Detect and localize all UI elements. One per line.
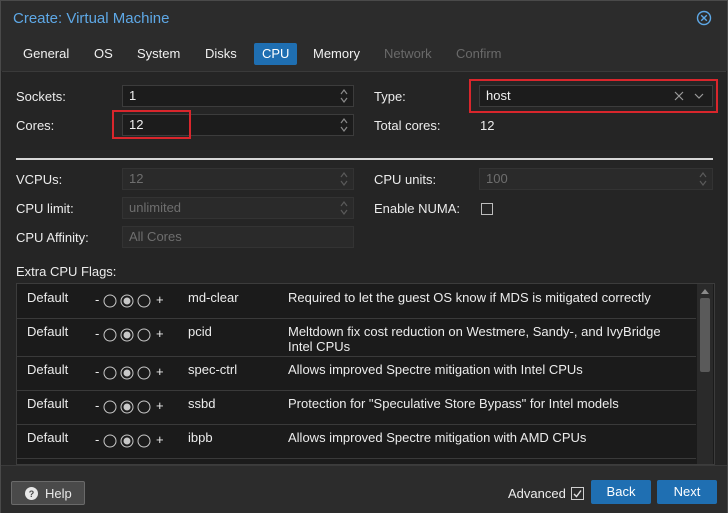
- vcpus-value: 12: [129, 171, 144, 186]
- tab-confirm: Confirm: [456, 46, 502, 61]
- flag-description: Meltdown fix cost reduction on Westmere,…: [288, 324, 661, 339]
- radio-group-icon[interactable]: [103, 294, 155, 308]
- plus-label: +: [156, 326, 164, 341]
- close-icon[interactable]: [696, 10, 712, 26]
- tab-general[interactable]: General: [15, 43, 77, 65]
- flag-row: Default - + md-clear Required to let the…: [17, 284, 696, 319]
- help-icon: ?: [25, 487, 38, 500]
- cpu-flags-grid: Default - + md-clear Required to let the…: [16, 283, 715, 465]
- tab-system[interactable]: System: [129, 43, 188, 65]
- cpu-panel: Sockets: 1 Cores: 12 Type: host Total co…: [2, 71, 726, 465]
- flag-state: Default: [27, 362, 69, 377]
- dialog-window: Create: Virtual Machine General OS Syste…: [0, 0, 728, 513]
- minus-label: -: [95, 398, 100, 413]
- minus-label: -: [95, 326, 100, 341]
- cpu-affinity-placeholder: All Cores: [129, 229, 182, 244]
- vcpus-field: 12: [122, 168, 354, 190]
- spinner-icon[interactable]: [339, 87, 349, 105]
- spinner-icon: [340, 172, 348, 186]
- spinner-icon: [340, 201, 348, 215]
- flag-row: Default - + ibpb Allows improved Spectre…: [17, 424, 696, 459]
- minus-label: -: [95, 292, 100, 307]
- cores-label: Cores:: [16, 118, 55, 133]
- next-button[interactable]: Next: [657, 480, 717, 504]
- type-highlight: [469, 79, 718, 113]
- spinner-icon[interactable]: [339, 116, 349, 134]
- tab-memory[interactable]: Memory: [305, 43, 368, 65]
- radio-group-icon[interactable]: [103, 366, 155, 380]
- flag-state: Default: [27, 430, 69, 445]
- dialog-title: Create: Virtual Machine: [13, 10, 170, 27]
- flag-state: Default: [27, 396, 69, 411]
- flag-description: Required to let the guest OS know if MDS…: [288, 290, 651, 305]
- divider: [16, 158, 713, 160]
- flag-name: ibpb: [188, 430, 213, 445]
- flag-description-line2: Intel CPUs: [288, 339, 351, 354]
- svg-text:?: ?: [29, 489, 35, 499]
- sockets-label: Sockets:: [16, 89, 66, 104]
- dialog-footer: ? Help Advanced Back Next: [1, 465, 727, 513]
- cpu-limit-value: unlimited: [129, 200, 182, 215]
- cpu-limit-field: unlimited: [122, 197, 354, 219]
- tab-cpu[interactable]: CPU: [254, 43, 298, 65]
- plus-label: +: [156, 432, 164, 447]
- back-button[interactable]: Back: [591, 480, 651, 504]
- plus-label: +: [156, 364, 164, 379]
- cpu-units-label: CPU units:: [374, 172, 437, 187]
- tab-disks[interactable]: Disks: [197, 43, 245, 65]
- scrollbar[interactable]: [697, 284, 713, 464]
- cpu-units-value: 100: [486, 171, 508, 186]
- tristate-selector[interactable]: - +: [95, 432, 175, 448]
- enable-numa-label: Enable NUMA:: [374, 201, 460, 216]
- minus-label: -: [95, 364, 100, 379]
- scrollbar-thumb[interactable]: [700, 298, 710, 372]
- total-cores-value: 12: [480, 118, 495, 133]
- advanced-checkbox[interactable]: [571, 487, 584, 500]
- radio-group-icon[interactable]: [103, 400, 155, 414]
- flag-description: Allows improved Spectre mitigation with …: [288, 430, 587, 445]
- tristate-selector[interactable]: - +: [95, 326, 175, 342]
- flag-name: spec-ctrl: [188, 362, 238, 377]
- flag-description: Allows improved Spectre mitigation with …: [288, 362, 583, 377]
- cpu-affinity-label: CPU Affinity:: [16, 230, 89, 245]
- sockets-field[interactable]: 1: [122, 85, 354, 107]
- radio-group-icon[interactable]: [103, 328, 155, 342]
- flag-name: ssbd: [188, 396, 216, 411]
- radio-group-icon[interactable]: [103, 434, 155, 448]
- extra-flags-label: Extra CPU Flags:: [16, 264, 117, 279]
- spinner-icon: [699, 172, 707, 186]
- checkmark-icon: [573, 490, 582, 498]
- enable-numa-checkbox[interactable]: [481, 203, 493, 215]
- plus-label: +: [156, 398, 164, 413]
- plus-label: +: [156, 292, 164, 307]
- type-label: Type:: [374, 89, 406, 104]
- flag-description: Protection for "Speculative Store Bypass…: [288, 396, 619, 411]
- flag-row: Default - + ssbd Protection for "Specula…: [17, 390, 696, 425]
- flag-state: Default: [27, 324, 69, 339]
- flag-row: Default - + spec-ctrl Allows improved Sp…: [17, 356, 696, 391]
- tab-network: Network: [384, 46, 432, 61]
- advanced-label: Advanced: [508, 486, 566, 501]
- flag-name: pcid: [188, 324, 212, 339]
- tab-bar: General OS System Disks CPU Memory Netwo…: [1, 37, 727, 71]
- flag-row: Default - + pcid Meltdown fix cost reduc…: [17, 318, 696, 357]
- scroll-up-icon[interactable]: [701, 288, 709, 294]
- help-button[interactable]: ? Help: [11, 481, 85, 505]
- tab-os[interactable]: OS: [86, 43, 121, 65]
- help-label: Help: [45, 486, 72, 501]
- tristate-selector[interactable]: - +: [95, 364, 175, 380]
- tristate-selector[interactable]: - +: [95, 292, 175, 308]
- cpu-limit-label: CPU limit:: [16, 201, 74, 216]
- total-cores-label: Total cores:: [374, 118, 441, 133]
- tristate-selector[interactable]: - +: [95, 398, 175, 414]
- minus-label: -: [95, 432, 100, 447]
- cpu-affinity-field: All Cores: [122, 226, 354, 248]
- cpu-units-field: 100: [479, 168, 713, 190]
- title-bar: Create: Virtual Machine: [1, 1, 727, 37]
- vcpus-label: VCPUs:: [16, 172, 63, 187]
- flag-name: md-clear: [188, 290, 239, 305]
- cores-highlight: [112, 110, 191, 139]
- sockets-value: 1: [129, 88, 137, 103]
- flag-state: Default: [27, 290, 69, 305]
